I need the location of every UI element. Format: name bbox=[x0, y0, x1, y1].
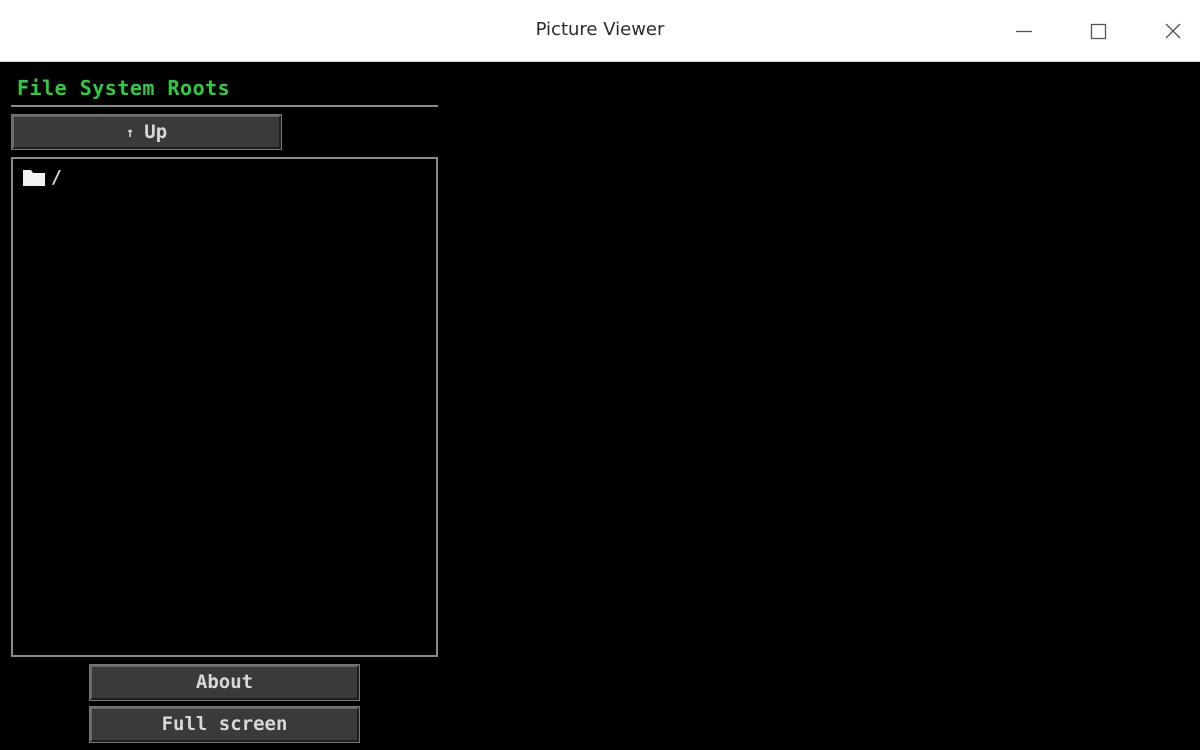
folder-icon bbox=[23, 169, 45, 186]
main-content: File System Roots ↑ Up / About Full scree… bbox=[0, 62, 1200, 750]
minimize-button[interactable] bbox=[1007, 14, 1041, 48]
title-bar: Picture Viewer bbox=[0, 0, 1200, 62]
maximize-icon bbox=[1090, 23, 1107, 40]
up-button-label: Up bbox=[144, 121, 168, 143]
maximize-button[interactable] bbox=[1081, 14, 1115, 48]
panel-divider bbox=[11, 105, 438, 107]
close-icon bbox=[1165, 23, 1181, 39]
about-button[interactable]: About bbox=[89, 664, 360, 701]
minimize-icon bbox=[1016, 30, 1032, 33]
list-item-root[interactable]: / bbox=[22, 166, 62, 188]
up-button[interactable]: ↑ Up bbox=[11, 114, 282, 150]
panel-title: File System Roots bbox=[17, 76, 231, 100]
list-item-label: / bbox=[51, 166, 62, 188]
full-screen-button[interactable]: Full screen bbox=[89, 706, 360, 743]
arrow-up-icon: ↑ bbox=[125, 125, 135, 141]
app-window: Picture Viewer File System Roots ↑ Up / … bbox=[0, 0, 1200, 750]
close-button[interactable] bbox=[1156, 14, 1190, 48]
file-list[interactable]: / bbox=[11, 157, 438, 657]
